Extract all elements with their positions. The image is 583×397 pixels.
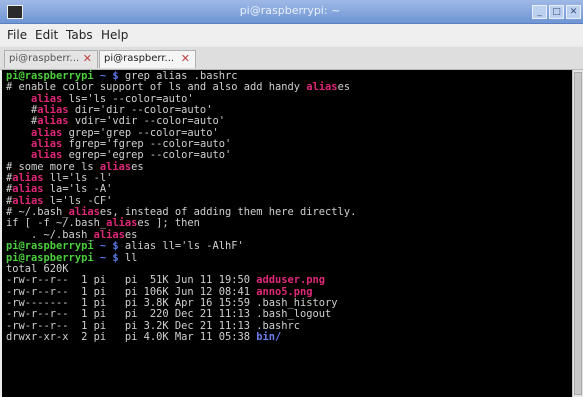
vertical-scrollbar[interactable]: [572, 70, 583, 397]
terminal-text-segment: alias: [31, 126, 63, 139]
terminal-text-segment: vdir='vdir --color=auto': [68, 115, 225, 128]
tab-terminal-2[interactable]: pi@raspberr... ✕: [99, 50, 196, 68]
scrollbar-thumb[interactable]: [574, 72, 582, 395]
terminal-text-segment: alias: [99, 160, 132, 173]
terminal-text-segment: egrep='egrep --color=auto': [62, 149, 232, 162]
tab-label: pi@raspberr...: [9, 53, 80, 64]
terminal-line: drwxr-xr-x 2 pi pi 4.0K Mar 11 05:38 bin…: [6, 330, 356, 343]
terminal-text-segment: -rw-r--r-- 1 pi pi 3.2K Dec 21 11:13 .ba…: [6, 319, 301, 332]
menu-help[interactable]: Help: [101, 28, 128, 42]
terminal-text-segment: #: [6, 115, 38, 128]
terminal-text-segment: ls='ls --color=auto': [62, 92, 194, 105]
terminal-text-segment: drwxr-xr-x 2 pi pi 4.0K Mar 11 05:38: [6, 330, 257, 343]
terminal-text-segment: fgrep='fgrep --color=auto': [62, 138, 232, 151]
menu-bar: File Edit Tabs Help: [0, 24, 583, 45]
tab-bar: pi@raspberr... ✕ pi@raspberr... ✕: [0, 47, 583, 70]
menu-edit[interactable]: Edit: [35, 28, 58, 42]
terminal-text-segment: ~ $: [93, 251, 125, 264]
window-title: pi@raspberrypi: ~: [239, 4, 341, 17]
terminal-text-segment: adduser.png: [256, 274, 326, 287]
terminal-text: pi@raspberrypi ~ $ grep alias .bashrc # e…: [6, 70, 357, 343]
terminal-text-segment: es: [124, 228, 138, 241]
terminal-text-segment: anno5.png: [256, 285, 313, 298]
terminal-text-segment: alias: [306, 81, 338, 94]
terminal-text-segment: alias: [12, 183, 44, 196]
close-window-button[interactable]: ✕: [566, 5, 581, 19]
terminal-text-segment: l='ls -CF': [43, 194, 113, 207]
menu-tabs[interactable]: Tabs: [66, 28, 93, 42]
terminal-text-segment: alias: [12, 194, 44, 207]
maximize-button[interactable]: □: [549, 5, 564, 19]
terminal-text-segment: # some more ls: [6, 160, 100, 173]
title-bar[interactable]: pi@raspberrypi: ~ _ □ ✕: [0, 0, 583, 24]
terminal-text-segment: ll: [124, 251, 138, 264]
terminal-text-segment: es: [337, 81, 351, 94]
terminal-text-segment: # enable color support of ls and also ad…: [6, 81, 307, 94]
terminal-text-segment: -rw------- 1 pi pi 3.8K Apr 16 15:59 .ba…: [6, 296, 338, 309]
terminal-text-segment: if [ -f ~/.bash_: [6, 217, 107, 230]
menu-file[interactable]: File: [7, 28, 27, 42]
terminal-text-segment: # ~/.bash_: [6, 206, 69, 219]
terminal-text-segment: -rw-r--r-- 1 pi pi 220 Dec 21 11:13 .bas…: [6, 308, 332, 321]
terminal-text-segment: es: [131, 160, 144, 173]
terminal-text-segment: grep='grep --color=auto': [62, 126, 219, 139]
terminal-text-segment: alias: [12, 172, 44, 185]
shell-prompt: pi@raspberrypi: [6, 240, 94, 253]
terminal-text-segment: es ]; then: [137, 217, 200, 230]
terminal-text-segment: alias: [37, 104, 69, 117]
shell-prompt: pi@raspberrypi: [6, 70, 94, 82]
terminal-window: pi@raspberrypi: ~ _ □ ✕ File Edit Tabs H…: [0, 0, 583, 397]
terminal-output[interactable]: pi@raspberrypi ~ $ grep alias .bashrc # e…: [2, 70, 572, 397]
minimize-button[interactable]: _: [532, 5, 547, 19]
terminal-text-segment: ll='ls -l': [43, 172, 113, 185]
terminal-text-segment: alias: [31, 138, 63, 151]
terminal-text-segment: alias: [106, 217, 138, 230]
terminal-text-segment: bin/: [256, 330, 282, 343]
tab-terminal-1[interactable]: pi@raspberr... ✕: [4, 50, 98, 68]
close-tab-icon[interactable]: ✕: [83, 52, 92, 65]
terminal-text-segment: alias: [93, 228, 125, 241]
terminal-text-segment: es, instead of adding them here directly…: [99, 206, 357, 219]
terminal-app-icon[interactable]: [7, 5, 23, 19]
terminal-text-segment: alias: [31, 149, 63, 162]
terminal-text-segment: grep alias .bashrc: [124, 70, 238, 82]
tab-label: pi@raspberr...: [104, 53, 175, 64]
terminal-text-segment: alias: [68, 206, 100, 219]
terminal-text-segment: alias ll='ls -AlhF': [124, 240, 244, 253]
terminal-text-segment: ~ $: [93, 240, 125, 253]
terminal-text-segment: la='ls -A': [43, 183, 113, 196]
terminal-text-segment: -rw-r--r-- 1 pi pi 51K Jun 11 19:50: [6, 274, 257, 287]
close-tab-icon[interactable]: ✕: [181, 52, 190, 65]
terminal-text-segment: -rw-r--r-- 1 pi pi 106K Jun 12 08:41: [6, 285, 257, 298]
terminal-text-segment: alias: [31, 92, 63, 105]
terminal-text-segment: #: [6, 104, 38, 117]
terminal-text-segment: . ~/.bash_: [6, 228, 94, 241]
terminal-text-segment: ~ $: [93, 70, 125, 82]
terminal-text-segment: alias: [37, 115, 69, 128]
terminal-text-segment: dir='dir --color=auto': [68, 104, 213, 117]
terminal-text-segment: total 620K: [6, 262, 69, 275]
shell-prompt: pi@raspberrypi: [6, 251, 94, 264]
